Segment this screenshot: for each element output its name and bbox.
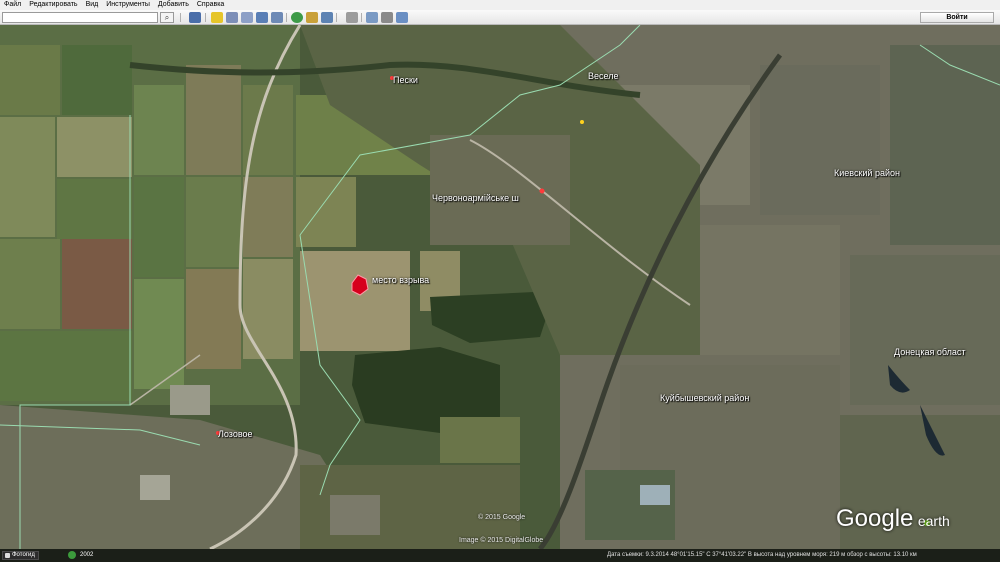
- place-label-kuibyshevsky[interactable]: Куйбышевский район: [660, 393, 749, 403]
- place-label-lozovoe[interactable]: Лозовое: [218, 429, 253, 439]
- status-info: Дата съемки: 9.3.2014 48°01'15.15" С 37°…: [607, 552, 917, 558]
- search-icon: ⌕: [164, 13, 170, 22]
- image-overlay-icon[interactable]: [256, 12, 268, 23]
- toolbar-separator: [205, 13, 206, 22]
- menu-edit[interactable]: Редактировать: [25, 0, 81, 10]
- photo-guide-button[interactable]: Фотогид: [2, 551, 39, 560]
- google-earth-window: Файл Редактировать Вид Инструменты Добав…: [0, 0, 1000, 562]
- historical-imagery-icon[interactable]: [68, 551, 76, 559]
- toolbar-separator: [336, 13, 337, 22]
- planets-icon[interactable]: [321, 12, 333, 23]
- imagery-year[interactable]: 2002: [80, 552, 93, 558]
- sun-icon[interactable]: [306, 12, 318, 23]
- menu-file[interactable]: Файл: [0, 0, 25, 10]
- menu-tools[interactable]: Инструменты: [102, 0, 154, 10]
- login-button[interactable]: Войти: [920, 12, 994, 23]
- satellite-imagery: [0, 25, 1000, 549]
- camera-icon: [5, 553, 10, 558]
- status-bar: Фотогид 2002 Дата съемки: 9.3.2014 48°01…: [0, 549, 1000, 562]
- path-icon[interactable]: [241, 12, 253, 23]
- print-icon[interactable]: [381, 12, 393, 23]
- place-label-chervonoarmiyske[interactable]: Червоноармійське ш: [432, 193, 519, 203]
- place-label-kievsky[interactable]: Киевский район: [834, 168, 900, 178]
- place-label-explosion-site[interactable]: место взрыва: [372, 275, 429, 285]
- menu-add[interactable]: Добавить: [154, 0, 193, 10]
- menu-help[interactable]: Справка: [193, 0, 228, 10]
- toolbar-separator: [361, 13, 362, 22]
- google-maps-icon[interactable]: [396, 12, 408, 23]
- search-button[interactable]: ⌕: [160, 12, 174, 23]
- search-input[interactable]: [2, 12, 158, 23]
- place-label-vesele[interactable]: Веселе: [588, 71, 618, 81]
- toolbar: ⌕ Войти: [0, 10, 1000, 25]
- place-label-donetsk-oblast[interactable]: Донецкая област: [894, 347, 965, 357]
- ruler-icon[interactable]: [346, 12, 358, 23]
- email-icon[interactable]: [366, 12, 378, 23]
- toolbar-separator: [286, 13, 287, 22]
- satellite-map-view[interactable]: Пески Веселе Червоноармійське ш Киевский…: [0, 25, 1000, 549]
- place-label-peski[interactable]: Пески: [393, 75, 418, 85]
- google-earth-logo: Google earth: [836, 505, 950, 532]
- placemark-icon[interactable]: [211, 12, 223, 23]
- menu-bar: Файл Редактировать Вид Инструменты Добав…: [0, 0, 1000, 10]
- copyright-imagery: Image © 2015 DigitalGlobe: [459, 537, 544, 544]
- copyright-google: © 2015 Google: [478, 514, 526, 521]
- historical-imagery-icon[interactable]: [291, 12, 303, 23]
- record-tour-icon[interactable]: [271, 12, 283, 23]
- sidebar-icon[interactable]: [189, 12, 201, 23]
- polygon-icon[interactable]: [226, 12, 238, 23]
- toolbar-separator: [180, 13, 181, 22]
- menu-view[interactable]: Вид: [82, 0, 103, 10]
